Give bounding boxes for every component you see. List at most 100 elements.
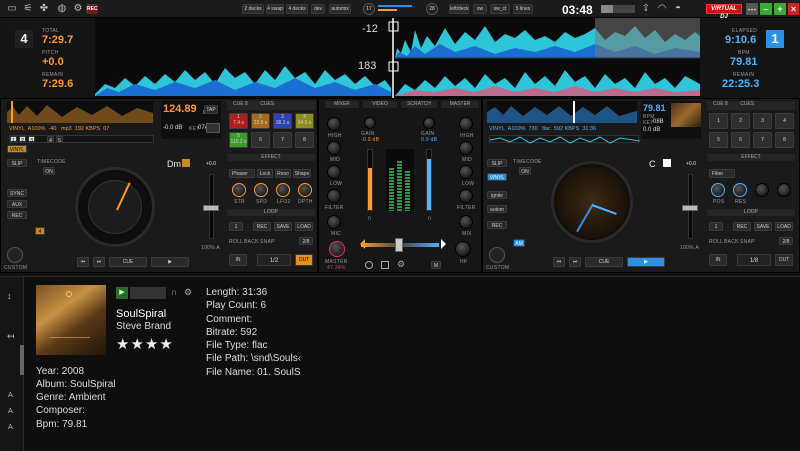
sidebar-resize-handle[interactable] [20, 345, 24, 375]
mix-knob[interactable] [459, 215, 473, 229]
broadcast-icon[interactable]: ⚟ [22, 3, 34, 15]
mixer-mode-button[interactable]: M [431, 261, 441, 269]
loop-ratio-button[interactable]: 2/8 [299, 237, 313, 245]
crossfader-cap[interactable] [395, 238, 403, 252]
scratch-tab[interactable]: SCRATCH [401, 101, 437, 108]
crossfader-right-arrow[interactable] [441, 239, 451, 249]
right-keylock-icon[interactable] [663, 159, 671, 167]
right-pitch-fader-cap[interactable] [682, 205, 698, 211]
gain-right-knob[interactable] [423, 117, 435, 129]
record-mix-icon[interactable] [365, 261, 373, 269]
controller-icon[interactable]: ◍ [56, 3, 68, 15]
loop-out-button[interactable]: OUT [295, 254, 313, 266]
loop-back-button[interactable]: BACK [244, 239, 259, 245]
right-loop-back-button[interactable]: BACK [724, 239, 739, 245]
high-right-knob[interactable] [459, 117, 473, 131]
right-cue-pad-7[interactable]: 7 [753, 132, 772, 148]
right-custom-knob[interactable] [489, 247, 505, 263]
left-sync-icon[interactable] [206, 123, 220, 133]
right-loop-size[interactable]: 1 [709, 222, 723, 231]
sidebar-back-icon[interactable]: ↤ [7, 331, 15, 342]
left-pitch-fader-cap[interactable] [203, 205, 219, 211]
left-effect-select[interactable]: Phaser [229, 169, 255, 178]
right-volume-track[interactable] [426, 149, 432, 211]
loop-length[interactable]: 1/2 [257, 254, 291, 266]
right-loop-length[interactable]: 1/8 [737, 254, 771, 266]
effect-reso-button[interactable]: Reso [275, 169, 291, 178]
left-small-toggle[interactable]: 4 [35, 227, 45, 235]
left-loop-size[interactable]: 1 [229, 222, 243, 231]
track-rating[interactable]: ★★★★ [116, 335, 174, 353]
right-cue-button[interactable]: CUE [585, 257, 623, 267]
left-headphone-icon[interactable]: ∩ [367, 215, 375, 223]
right-overview-wave[interactable] [487, 101, 637, 123]
settings-icon[interactable]: ⚙ [72, 3, 84, 15]
crossfader-right-knob[interactable]: 28 [426, 3, 438, 15]
filter-left-knob[interactable] [327, 189, 341, 203]
effect-str-knob[interactable] [232, 183, 246, 197]
right-deck-number[interactable]: 1 [766, 30, 784, 48]
beat-1[interactable]: 1 [10, 136, 17, 144]
gain-left-knob[interactable] [364, 117, 376, 129]
left-play-button[interactable]: ▶ [151, 257, 189, 267]
layout-4swap-button[interactable]: 4 swap [266, 4, 284, 14]
left-beatgrid[interactable]: 1 2 3 4 5 [9, 135, 154, 144]
fx-left-deck-button[interactable]: left/deck [449, 4, 469, 14]
mid-left-knob[interactable] [327, 141, 341, 155]
beat-3[interactable]: 3 [28, 136, 35, 144]
mixer-settings-icon[interactable]: ⚙ [397, 259, 405, 270]
close-icon[interactable]: × [788, 3, 799, 15]
video-tab[interactable]: VIDEO [363, 101, 397, 108]
effect-lock-button[interactable]: Lock [257, 169, 273, 178]
right-loop-rec-button[interactable]: REC [733, 222, 751, 231]
right-rec-button[interactable]: REC [487, 221, 507, 229]
left-rec-button[interactable]: REC [7, 211, 27, 219]
left-cue-count[interactable]: CUE 8 [233, 101, 248, 107]
browser-headphone-icon[interactable]: ∩ [171, 287, 177, 297]
cue-pad-8[interactable]: 8 [295, 132, 314, 148]
left-overview-wave[interactable] [7, 101, 153, 123]
right-vinyl-button[interactable]: VINYL [487, 173, 507, 181]
browser-settings-icon[interactable]: ⚙ [184, 287, 192, 298]
left-vinyl-button[interactable]: VINYL [7, 145, 27, 153]
left-timecode-on[interactable]: ON [43, 167, 55, 175]
right-timecode-on[interactable]: ON [519, 167, 531, 175]
left-sync-button[interactable]: SYNC [7, 189, 27, 197]
right-cue-pad-6[interactable]: 6 [731, 132, 750, 148]
loop-roll-button[interactable]: ROLL [229, 239, 243, 245]
mic-knob[interactable] [327, 215, 341, 229]
right-jog-wheel[interactable] [551, 161, 633, 243]
beat-4[interactable]: 4 [47, 136, 54, 144]
right-cue-count[interactable]: CUE 8 [713, 101, 728, 107]
layout-2decks-button[interactable]: 2 decks [242, 4, 264, 14]
filter-right-knob[interactable] [459, 189, 473, 203]
waveform-display[interactable] [95, 18, 700, 98]
effect-knob-3[interactable] [755, 183, 769, 197]
effect-shape-button[interactable]: Shape [293, 169, 311, 178]
left-cue-button[interactable]: CUE [109, 257, 147, 267]
left-next-button[interactable]: ⏭ [93, 257, 105, 267]
settings-window-icon[interactable]: ⋯ [746, 3, 758, 15]
mid-right-knob[interactable] [459, 141, 473, 155]
effect-pos-knob[interactable] [711, 183, 725, 197]
effect-spd-knob[interactable] [254, 183, 268, 197]
right-next-button[interactable]: ⏭ [569, 257, 581, 267]
right-loop-out-button[interactable]: OUT [775, 254, 793, 266]
right-beatgrid[interactable] [489, 135, 641, 144]
browser-preview-bar[interactable] [130, 287, 166, 299]
cue-pad-6[interactable]: 6 [251, 132, 270, 148]
fx-sw-ct-button[interactable]: sw_ct [490, 4, 510, 14]
cue-pad-1[interactable]: 1 7.4 s [229, 113, 248, 129]
tap-button[interactable]: TAP [204, 105, 218, 114]
right-am-button[interactable]: AM [513, 239, 525, 247]
left-jog-wheel[interactable] [75, 167, 155, 247]
right-cue-pad-4[interactable]: 4 [775, 113, 794, 129]
loop-save-button[interactable]: SAVE [274, 222, 292, 231]
right-cue-pad-5[interactable]: 5 [709, 132, 728, 148]
up-arrow-icon[interactable]: ⇪ [640, 3, 652, 15]
right-loop-snap-button[interactable]: SNAP [740, 239, 755, 245]
right-effect-select[interactable]: Filter [709, 169, 735, 178]
right-cue-pad-3[interactable]: 3 [753, 113, 772, 129]
loop-load-button[interactable]: LOAD [295, 222, 313, 231]
right-album-thumb[interactable] [671, 103, 701, 127]
